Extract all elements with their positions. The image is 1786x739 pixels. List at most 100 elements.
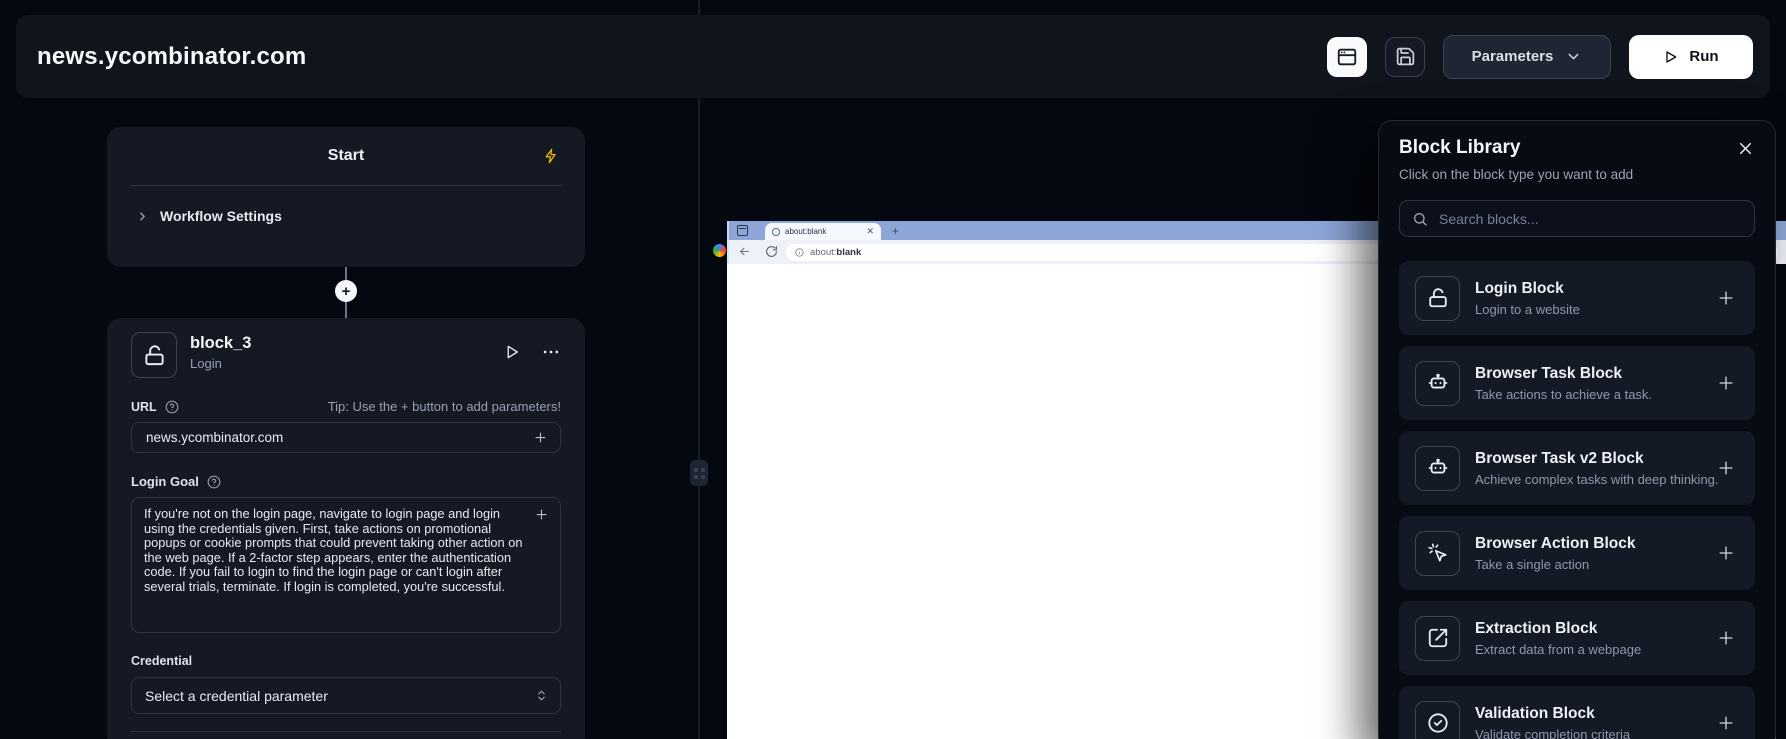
item-subtitle: Validate completion criteria bbox=[1475, 727, 1701, 739]
add-block-button[interactable] bbox=[1716, 288, 1736, 308]
add-url-parameter-button[interactable] bbox=[533, 430, 548, 445]
login-block-card[interactable]: block_3 Login URL Tip: Use the + button … bbox=[107, 318, 585, 739]
browser-tab[interactable]: about:blank ✕ bbox=[765, 223, 881, 240]
login-goal-textarea[interactable]: If you're not on the login page, navigat… bbox=[131, 497, 561, 633]
plus-icon bbox=[1716, 628, 1736, 648]
plus-icon bbox=[533, 430, 548, 445]
save-icon bbox=[1395, 46, 1416, 67]
header-actions: Parameters Run bbox=[1327, 35, 1753, 79]
ellipsis-icon bbox=[541, 342, 561, 362]
canvas-divider bbox=[698, 0, 700, 739]
parameters-button[interactable]: Parameters bbox=[1443, 35, 1611, 79]
tab-close-icon[interactable]: ✕ bbox=[866, 227, 874, 236]
login-block-header: block_3 Login bbox=[131, 332, 561, 378]
run-button[interactable]: Run bbox=[1629, 35, 1753, 79]
goal-label-row: Login Goal bbox=[131, 474, 561, 489]
divider-drag-handle[interactable] bbox=[690, 460, 708, 486]
item-title: Validation Block bbox=[1475, 705, 1701, 723]
block-library-subtitle: Click on the block type you want to add bbox=[1399, 167, 1755, 182]
block-library-title: Block Library bbox=[1399, 137, 1520, 159]
item-title: Browser Task Block bbox=[1475, 365, 1701, 383]
block-more-menu-button[interactable] bbox=[541, 342, 561, 362]
search-input[interactable] bbox=[1437, 210, 1742, 228]
url-input-wrap bbox=[131, 422, 561, 453]
url-tip-text: Tip: Use the + button to add parameters! bbox=[328, 399, 561, 414]
add-block-button[interactable] bbox=[1716, 543, 1736, 563]
help-circle-icon[interactable] bbox=[207, 475, 221, 489]
add-block-button[interactable] bbox=[1716, 373, 1736, 393]
parameters-label: Parameters bbox=[1472, 48, 1554, 65]
credential-select-value: Select a credential parameter bbox=[145, 688, 535, 704]
new-tab-button[interactable]: + bbox=[892, 224, 899, 238]
chevron-right-icon bbox=[136, 210, 149, 223]
browser-profile-avatar bbox=[713, 244, 726, 257]
library-item-browser-action-block[interactable]: Browser Action Block Take a single actio… bbox=[1399, 516, 1755, 590]
add-block-node-button[interactable]: + bbox=[335, 280, 357, 302]
url-label-row: URL Tip: Use the + button to add paramet… bbox=[131, 399, 561, 414]
item-subtitle: Extract data from a webpage bbox=[1475, 642, 1701, 657]
library-item-login-block[interactable]: Login Block Login to a website bbox=[1399, 261, 1755, 335]
extract-icon bbox=[1427, 627, 1449, 649]
plus-icon bbox=[1716, 458, 1736, 478]
browser-view-toggle-button[interactable] bbox=[1327, 37, 1367, 77]
block-type-label: Login bbox=[190, 356, 251, 371]
library-item-validation-block[interactable]: Validation Block Validate completion cri… bbox=[1399, 686, 1755, 739]
add-goal-parameter-button[interactable] bbox=[534, 507, 549, 522]
library-item-browser-task-v2-block[interactable]: Browser Task v2 Block Achieve complex ta… bbox=[1399, 431, 1755, 505]
add-block-button[interactable] bbox=[1716, 628, 1736, 648]
block-type-icon-box bbox=[131, 332, 177, 378]
item-subtitle: Take a single action bbox=[1475, 557, 1701, 572]
library-item-browser-task-block[interactable]: Browser Task Block Take actions to achie… bbox=[1399, 346, 1755, 420]
run-block-button[interactable] bbox=[503, 343, 521, 361]
item-title: Browser Task v2 Block bbox=[1475, 450, 1701, 468]
plus-icon bbox=[1716, 713, 1736, 733]
save-button[interactable] bbox=[1385, 37, 1425, 77]
add-block-button[interactable] bbox=[1716, 458, 1736, 478]
icon-box bbox=[1415, 616, 1460, 661]
search-icon bbox=[1412, 211, 1428, 227]
item-title: Browser Action Block bbox=[1475, 535, 1701, 553]
workflow-settings-label: Workflow Settings bbox=[160, 208, 282, 224]
login-goal-text: If you're not on the login page, navigat… bbox=[144, 507, 526, 595]
icon-box bbox=[1415, 361, 1460, 406]
chevrons-up-down-icon bbox=[535, 689, 548, 702]
start-node-card[interactable]: Start Workflow Settings bbox=[107, 127, 585, 267]
globe-icon bbox=[772, 228, 780, 236]
credential-select[interactable]: Select a credential parameter bbox=[131, 677, 561, 714]
block-list: Login Block Login to a website Browser T… bbox=[1399, 261, 1755, 739]
info-icon bbox=[795, 248, 804, 257]
back-arrow-icon[interactable] bbox=[738, 245, 751, 258]
top-header: news.ycombinator.com Parameters Run bbox=[16, 15, 1770, 98]
workflow-settings-toggle[interactable]: Workflow Settings bbox=[136, 208, 585, 224]
circle-check-icon bbox=[1427, 712, 1449, 734]
cursor-click-icon bbox=[1427, 542, 1449, 564]
close-icon bbox=[1736, 139, 1755, 158]
help-circle-icon[interactable] bbox=[165, 400, 179, 414]
block-library-panel: Block Library Click on the block type yo… bbox=[1378, 120, 1776, 739]
icon-box bbox=[1415, 701, 1460, 739]
item-subtitle: Take actions to achieve a task. bbox=[1475, 387, 1701, 402]
close-panel-button[interactable] bbox=[1736, 137, 1755, 158]
block-library-header: Block Library bbox=[1399, 137, 1755, 159]
run-label: Run bbox=[1689, 48, 1718, 65]
robot-icon bbox=[1427, 457, 1449, 479]
start-card-divider bbox=[131, 185, 563, 186]
lock-open-icon bbox=[1427, 287, 1449, 309]
library-item-extraction-block[interactable]: Extraction Block Extract data from a web… bbox=[1399, 601, 1755, 675]
tab-search-icon[interactable] bbox=[737, 225, 748, 236]
credential-label-row: Credential bbox=[131, 654, 561, 668]
reload-icon[interactable] bbox=[765, 245, 778, 258]
add-block-button[interactable] bbox=[1716, 713, 1736, 733]
app-stage: news.ycombinator.com Parameters Run Star… bbox=[0, 0, 1786, 739]
block-titles: block_3 Login bbox=[190, 332, 251, 371]
robot-icon bbox=[1427, 372, 1449, 394]
url-input[interactable] bbox=[144, 429, 533, 446]
play-icon bbox=[503, 343, 521, 361]
item-title: Extraction Block bbox=[1475, 620, 1701, 638]
plus-icon bbox=[534, 507, 549, 522]
item-subtitle: Achieve complex tasks with deep thinking… bbox=[1475, 472, 1701, 487]
search-box bbox=[1399, 200, 1755, 237]
icon-box bbox=[1415, 446, 1460, 491]
block-actions bbox=[503, 332, 561, 362]
plus-icon bbox=[1716, 373, 1736, 393]
